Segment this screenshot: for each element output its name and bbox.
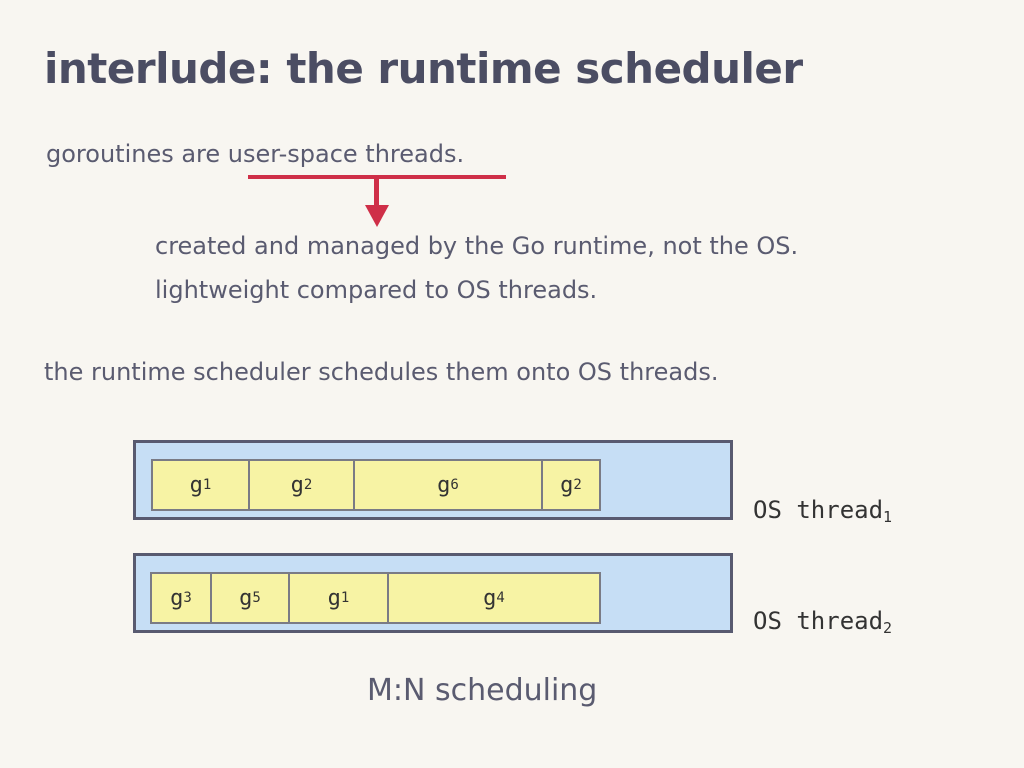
goroutines-statement: goroutines are user-space threads. xyxy=(46,140,465,168)
goroutine-block: g4 xyxy=(387,572,601,624)
goroutine-block: g1 xyxy=(151,459,250,511)
scheduler-statement: the runtime scheduler schedules them ont… xyxy=(44,358,719,386)
down-arrow-icon xyxy=(365,205,389,227)
lightweight-text: lightweight compared to OS threads. xyxy=(155,276,598,304)
managed-by-runtime-text: created and managed by the Go runtime, n… xyxy=(155,232,799,260)
goroutine-block: g6 xyxy=(353,459,543,511)
goroutine-block: g2 xyxy=(541,459,601,511)
goroutine-strip-2: g3 g5 g1 g4 xyxy=(150,572,601,624)
os-thread-1-label: OS thread1 xyxy=(753,496,893,526)
goroutine-block: g1 xyxy=(288,572,389,624)
slide-title: interlude: the runtime scheduler xyxy=(44,44,803,93)
down-arrow-stem xyxy=(374,178,379,208)
os-thread-2-label: OS thread2 xyxy=(753,607,893,637)
goroutine-strip-1: g1 g2 g6 g2 xyxy=(151,459,601,511)
os-thread-1-box: g1 g2 g6 g2 xyxy=(133,440,733,520)
goroutine-block: g5 xyxy=(210,572,290,624)
mn-scheduling-caption: M:N scheduling xyxy=(367,673,598,708)
goroutine-block: g3 xyxy=(150,572,212,624)
os-thread-2-box: g3 g5 g1 g4 xyxy=(133,553,733,633)
goroutine-block: g2 xyxy=(248,459,355,511)
